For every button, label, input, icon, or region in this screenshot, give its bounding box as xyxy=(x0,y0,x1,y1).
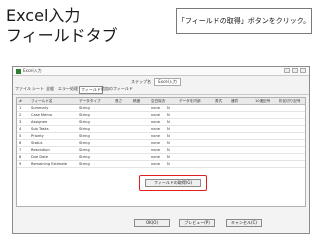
field-trim[interactable]: none xyxy=(151,162,160,166)
ok-button[interactable]: OK(O) xyxy=(134,219,170,227)
row-number: 4 xyxy=(19,127,22,131)
app-icon xyxy=(16,69,21,74)
row-number: 6 xyxy=(19,141,22,145)
field-name[interactable]: Case Memo xyxy=(31,113,52,117)
field-name[interactable]: Due Date xyxy=(31,155,48,159)
dialog-title: Excel入力 xyxy=(23,68,42,73)
column-header: 桁区切り記号 xyxy=(279,99,301,103)
column-header: データを内部 xyxy=(179,99,201,103)
maximize-button[interactable] xyxy=(292,68,298,73)
close-button[interactable] xyxy=(300,68,306,73)
tab-fields[interactable]: フィールド xyxy=(79,86,103,94)
column-header: フィールド名 xyxy=(31,99,53,103)
field-type[interactable]: String xyxy=(79,106,90,110)
column-header: データタイプ xyxy=(79,99,101,103)
field-repeat[interactable]: N xyxy=(167,120,170,124)
row-number: 8 xyxy=(19,155,22,159)
field-trim[interactable]: none xyxy=(151,127,160,131)
field-type[interactable]: String xyxy=(79,141,90,145)
excel-input-dialog: Excel入力 ステップ名 Excel入力 ファイル シート 全般 エラー処理 … xyxy=(12,66,310,234)
field-type[interactable]: String xyxy=(79,162,90,166)
field-trim[interactable]: none xyxy=(151,155,160,159)
field-repeat[interactable]: N xyxy=(167,106,170,110)
field-type[interactable]: String xyxy=(79,120,90,124)
heading: Excel入力 フィールドタブ xyxy=(6,6,118,46)
column-header: 書式 xyxy=(215,99,223,103)
field-name[interactable]: Resolution xyxy=(31,148,50,152)
field-name[interactable]: Summary xyxy=(31,106,48,110)
field-type[interactable]: String xyxy=(79,127,90,131)
field-type[interactable]: String xyxy=(79,155,90,159)
field-name[interactable]: Assignee xyxy=(31,120,47,124)
field-repeat[interactable]: N xyxy=(167,148,170,152)
get-fields-button[interactable]: フィールドの取得(G) xyxy=(145,179,201,187)
column-header: # xyxy=(19,99,23,103)
table-row[interactable]: 2 Case Memo String none N xyxy=(17,112,305,119)
table-row[interactable]: 6 Status String none N xyxy=(17,140,305,147)
row-number: 9 xyxy=(19,162,22,166)
field-trim[interactable]: none xyxy=(151,148,160,152)
table-header: # フィールド名 データタイプ 長さ 精度 空白除去 データを内部 書式 通貨 … xyxy=(17,98,305,105)
column-header: 空白除去 xyxy=(151,99,166,103)
window-controls xyxy=(284,68,306,73)
field-type[interactable]: String xyxy=(79,134,90,138)
instruction-callout: 「フィールドの取得」ボタンをクリック。 xyxy=(176,8,312,34)
tab-additional-fields[interactable]: 追加のフィールド xyxy=(101,86,133,92)
minimize-button[interactable] xyxy=(284,68,290,73)
field-name[interactable]: Priority xyxy=(31,134,44,138)
row-number: 7 xyxy=(19,148,22,152)
column-header: 精度 xyxy=(133,99,141,103)
table-row[interactable]: 3 Assignee String none N xyxy=(17,119,305,126)
table-row[interactable]: 7 Resolution String none N xyxy=(17,147,305,154)
preview-button[interactable]: プレビュー(P) xyxy=(179,219,215,227)
field-repeat[interactable]: N xyxy=(167,141,170,145)
row-number: 1 xyxy=(19,106,22,110)
tab-error-handling[interactable]: エラー処理 xyxy=(58,86,78,92)
field-name[interactable]: Sub Tasks xyxy=(31,127,49,131)
row-number: 5 xyxy=(19,134,22,138)
row-number: 2 xyxy=(19,113,22,117)
field-trim[interactable]: none xyxy=(151,106,160,110)
field-name[interactable]: Remaining Estimate xyxy=(31,162,67,166)
table-row[interactable]: 1 Summary String none N xyxy=(17,105,305,112)
table-row[interactable]: 4 Sub Tasks String none N xyxy=(17,126,305,133)
field-repeat[interactable]: N xyxy=(167,134,170,138)
field-repeat[interactable]: N xyxy=(167,155,170,159)
field-trim[interactable]: none xyxy=(151,120,160,124)
field-trim[interactable]: none xyxy=(151,134,160,138)
step-name-label: ステップ名 xyxy=(131,79,151,84)
field-repeat[interactable]: N xyxy=(167,162,170,166)
step-name-row: ステップ名 Excel入力 xyxy=(13,76,309,86)
tab-sheet[interactable]: シート xyxy=(32,86,44,92)
tab-bar: ファイル シート 全般 エラー処理 フィールド 追加のフィールド xyxy=(13,85,309,95)
table-row[interactable]: 9 Remaining Estimate String none N xyxy=(17,161,305,168)
field-type[interactable]: String xyxy=(79,148,90,152)
cancel-button[interactable]: キャンセル(C) xyxy=(226,219,262,227)
dialog-titlebar: Excel入力 xyxy=(13,67,309,76)
field-trim[interactable]: none xyxy=(151,113,160,117)
tab-general[interactable]: 全般 xyxy=(46,86,54,92)
field-repeat[interactable]: N xyxy=(167,113,170,117)
table-row[interactable]: 5 Priority String none N xyxy=(17,133,305,140)
field-type[interactable]: String xyxy=(79,113,90,117)
column-header: 通貨 xyxy=(231,99,239,103)
field-repeat[interactable]: N xyxy=(167,127,170,131)
row-number: 3 xyxy=(19,120,22,124)
heading-line2: フィールドタブ xyxy=(6,26,118,45)
column-header: 長さ xyxy=(115,99,123,103)
field-name[interactable]: Status xyxy=(31,141,42,145)
table-row[interactable]: 8 Due Date String none N xyxy=(17,154,305,161)
column-header: 10進記号 xyxy=(255,99,271,103)
field-trim[interactable]: none xyxy=(151,141,160,145)
tab-file[interactable]: ファイル xyxy=(15,86,31,92)
heading-line1: Excel入力 xyxy=(6,6,81,25)
